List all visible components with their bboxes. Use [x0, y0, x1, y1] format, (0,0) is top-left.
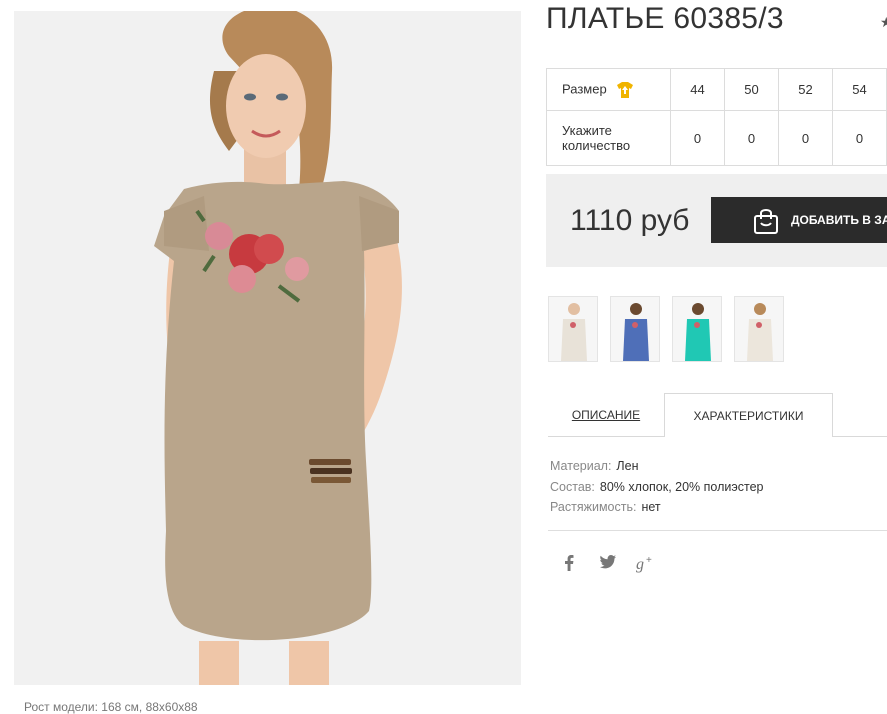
add-to-order-button[interactable]: ДОБАВИТЬ В ЗАКАЗ: [711, 197, 887, 243]
facebook-icon[interactable]: [564, 555, 574, 571]
price-panel: 1110 руб ДОБАВИТЬ В ЗАКАЗ: [546, 174, 887, 267]
spec-label: Состав:: [550, 479, 595, 494]
product-info-tabs: ОПИСАНИЕ ХАРАКТЕРИСТИКИ: [548, 393, 887, 438]
characteristics-list: Материал: Лен Состав: 80% хлопок, 20% поли…: [550, 456, 763, 518]
thumbnail-3[interactable]: [672, 296, 722, 362]
product-main-photo[interactable]: [14, 11, 521, 685]
spec-row-composition: Состав: 80% хлопок, 20% полиэстер: [550, 477, 763, 498]
twitter-icon[interactable]: [600, 555, 616, 569]
google-plus-icon[interactable]: g +: [636, 555, 656, 573]
size-label: Размер: [562, 80, 607, 96]
size-option-44[interactable]: 44: [670, 68, 725, 111]
size-option-54[interactable]: 54: [832, 68, 887, 111]
spec-value: нет: [641, 500, 661, 514]
add-to-order-label: ДОБАВИТЬ В ЗАКАЗ: [791, 213, 887, 227]
quantity-input-52[interactable]: 0: [778, 110, 833, 166]
section-divider: [548, 530, 887, 531]
product-title: ПЛАТЬЕ 60385/3: [546, 2, 784, 35]
thumbnail-1[interactable]: [548, 296, 598, 362]
size-quantity-table: Размер 44 50 52 54 Укажите количество 0 …: [546, 68, 887, 166]
spec-label: Материал:: [550, 459, 612, 473]
spec-row-stretch: Растяжимость: нет: [550, 497, 763, 518]
thumbnail-4[interactable]: [734, 296, 784, 362]
spec-label: Растяжимость:: [550, 500, 637, 514]
svg-text:g: g: [636, 556, 644, 573]
quantity-input-44[interactable]: 0: [670, 110, 725, 166]
tab-description[interactable]: ОПИСАНИЕ: [548, 393, 664, 437]
quantity-label-line2: количество: [562, 138, 631, 153]
model-in-dress-image: [14, 11, 521, 685]
thumbnail-2[interactable]: [610, 296, 660, 362]
tshirt-up-icon[interactable]: [616, 81, 634, 99]
tab-underline-right: [833, 436, 887, 437]
quantity-header-cell: Укажите количество: [546, 110, 671, 166]
spec-value: 80% хлопок, 20% полиэстер: [599, 479, 764, 494]
size-option-52[interactable]: 52: [778, 68, 833, 111]
quantity-input-50[interactable]: 0: [724, 110, 779, 166]
model-size-caption: Рост модели: 168 см, 88х60х88: [24, 700, 198, 714]
spec-value: Лен: [616, 459, 639, 473]
quantity-input-54[interactable]: 0: [832, 110, 887, 166]
size-header-cell: Размер: [546, 68, 671, 111]
spec-row-material: Материал: Лен: [550, 456, 763, 477]
shopping-bag-icon: [754, 209, 778, 234]
tab-characteristics[interactable]: ХАРАКТЕРИСТИКИ: [664, 393, 833, 437]
tab-underline-left: [548, 436, 664, 437]
quantity-label-line1: Укажите: [562, 123, 612, 138]
size-option-50[interactable]: 50: [724, 68, 779, 111]
favorite-star-icon[interactable]: ★: [880, 14, 887, 31]
price-value: 1110 руб: [570, 204, 690, 237]
svg-text:+: +: [646, 555, 652, 566]
